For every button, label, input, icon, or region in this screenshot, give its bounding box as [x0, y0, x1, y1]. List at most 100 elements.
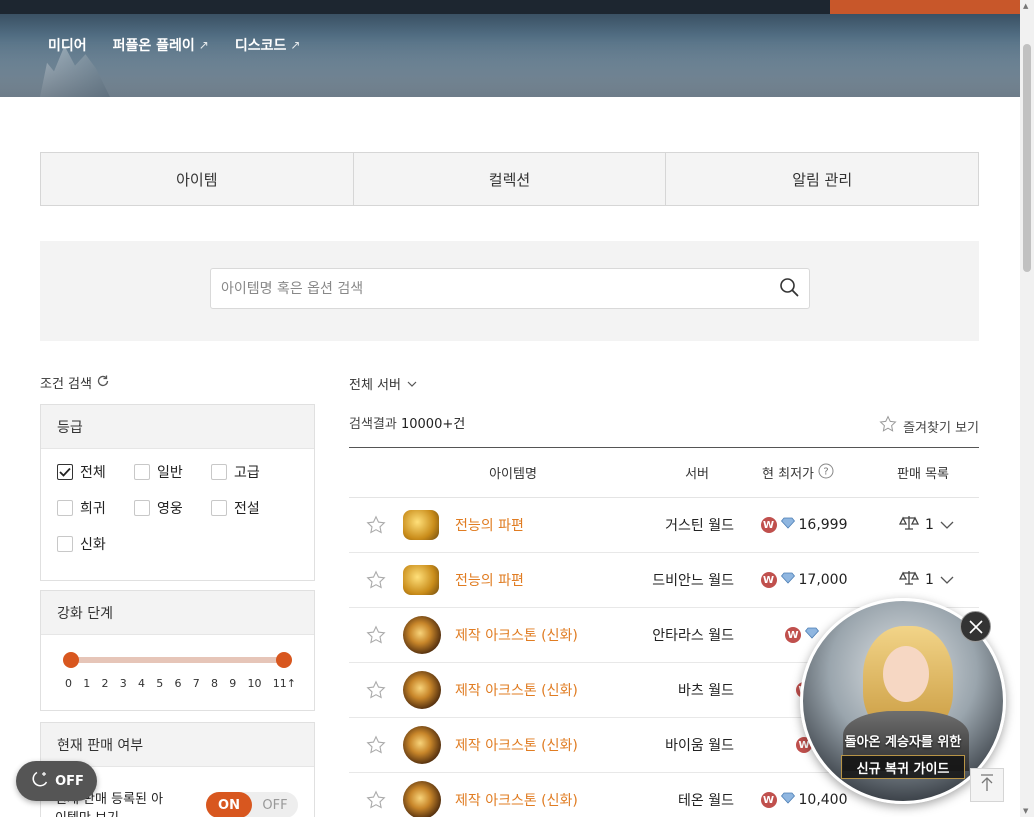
- grade-option-heroic[interactable]: 영웅: [134, 499, 211, 517]
- slider-min-handle[interactable]: [63, 652, 79, 668]
- grade-option-label: 전체: [80, 465, 106, 481]
- checkbox-icon[interactable]: [211, 500, 227, 516]
- grade-option-legendary[interactable]: 전설: [211, 499, 288, 517]
- result-count: 검색결과 10000+건: [349, 413, 465, 432]
- character-face: [883, 646, 929, 702]
- toggle-off[interactable]: OFF: [252, 792, 298, 817]
- item-name[interactable]: 제작 아크스톤 (신화): [455, 680, 645, 700]
- search-box: [210, 268, 810, 309]
- arrow-up-icon: [980, 774, 994, 796]
- grade-option-normal[interactable]: 일반: [134, 463, 211, 481]
- item-server: 거스틴 월드: [665, 518, 734, 534]
- slider-max-handle[interactable]: [276, 652, 292, 668]
- header-price-label: 현 최저가: [762, 467, 814, 482]
- help-icon[interactable]: ?: [818, 463, 834, 483]
- reset-icon[interactable]: [96, 374, 110, 392]
- scrollbar[interactable]: ▲ ▼: [1020, 0, 1034, 817]
- enhance-ticks: 0 1 2 3 4 5 6 7 8 9 10 11↑: [41, 663, 314, 690]
- tick-label: 9: [229, 677, 237, 690]
- search-icon[interactable]: [779, 277, 799, 301]
- item-icon-wrap: [403, 565, 455, 595]
- close-icon[interactable]: [960, 611, 991, 642]
- nav-discord[interactable]: 디스코드 ↗: [235, 35, 301, 55]
- grade-option-advanced[interactable]: 고급: [211, 463, 288, 481]
- tab-collection[interactable]: 컬렉션: [352, 153, 666, 205]
- chevron-down-icon[interactable]: [940, 572, 954, 588]
- item-server: 안타라스 월드: [652, 628, 734, 644]
- grade-option-mythic[interactable]: 신화: [57, 535, 134, 553]
- item-icon-wrap: [403, 726, 455, 764]
- grade-option-label: 영웅: [157, 501, 183, 517]
- checkbox-icon[interactable]: [57, 500, 73, 516]
- price-value: 10,400: [798, 792, 848, 808]
- favorite-star-icon[interactable]: [349, 625, 403, 645]
- grade-option-label: 일반: [157, 465, 183, 481]
- dark-mode-label: OFF: [55, 773, 84, 789]
- page: 미디어 퍼플온 플레이↗ 디스코드↗ ▲ ▼ 아이템 컬렉션 알림 관리 조건 …: [0, 0, 1034, 817]
- header-server: 서버: [685, 467, 709, 482]
- chevron-down-icon[interactable]: [940, 517, 954, 533]
- arkstone-icon: [403, 781, 441, 817]
- header-name: 아이템명: [489, 467, 537, 482]
- external-link-icon: ↗: [198, 38, 209, 52]
- scroll-up-icon[interactable]: ▲: [1023, 2, 1028, 10]
- sale-heading: 현재 판매 여부: [41, 723, 314, 767]
- star-outline-icon: [879, 415, 897, 437]
- main-tabs: 아이템 컬렉션 알림 관리: [40, 152, 979, 206]
- filter-title: 조건 검색: [40, 373, 110, 392]
- favorite-star-icon[interactable]: [349, 790, 403, 810]
- nav-discord-label: 디스코드: [234, 38, 287, 54]
- checkbox-checked-icon[interactable]: [57, 464, 73, 480]
- search-input[interactable]: [221, 280, 779, 297]
- favorite-star-icon[interactable]: [349, 570, 403, 590]
- item-server: 바츠 월드: [678, 683, 734, 699]
- sale-count: 1: [925, 517, 934, 533]
- scroll-top-button[interactable]: [970, 768, 1004, 802]
- nav-purple-on[interactable]: 퍼플온 플레이 ↗: [113, 35, 209, 55]
- tick-label: 3: [119, 677, 127, 690]
- sale-toggle[interactable]: ON OFF: [206, 792, 298, 817]
- arkstone-icon: [403, 726, 441, 764]
- item-name[interactable]: 제작 아크스톤 (신화): [455, 625, 645, 645]
- item-icon-wrap: [403, 781, 455, 817]
- checkbox-icon[interactable]: [57, 536, 73, 552]
- favorite-star-icon[interactable]: [349, 735, 403, 755]
- item-name[interactable]: 제작 아크스톤 (신화): [455, 735, 645, 755]
- sale-list[interactable]: 1: [874, 570, 979, 590]
- checkbox-icon[interactable]: [134, 464, 150, 480]
- favorite-star-icon[interactable]: [349, 680, 403, 700]
- sale-list[interactable]: 1: [874, 515, 979, 535]
- tab-alert-management[interactable]: 알림 관리: [665, 153, 978, 205]
- favorite-star-icon[interactable]: [349, 515, 403, 535]
- w-coin-icon: W: [760, 572, 777, 588]
- tick-label: 0: [65, 677, 72, 690]
- scroll-down-icon[interactable]: ▼: [1023, 807, 1028, 815]
- item-server: 테온 월드: [678, 793, 734, 809]
- grade-option-rare[interactable]: 희귀: [57, 499, 134, 517]
- checkbox-icon[interactable]: [134, 500, 150, 516]
- grade-panel: 등급 전체 일반 고급 희귀 영웅 전설 신화: [40, 404, 315, 581]
- grade-option-all[interactable]: 전체: [57, 463, 134, 481]
- toggle-on[interactable]: ON: [206, 792, 252, 817]
- checkbox-icon[interactable]: [211, 464, 227, 480]
- table-row[interactable]: 전능의 파편 거스틴 월드 W 16,999 1: [349, 498, 979, 553]
- nav-media[interactable]: 미디어: [48, 35, 87, 55]
- popup-line2[interactable]: 신규 복귀 가이드: [841, 755, 965, 779]
- enhance-heading: 강화 단계: [41, 591, 314, 635]
- item-name[interactable]: 제작 아크스톤 (신화): [455, 790, 645, 810]
- enhance-range-slider[interactable]: [63, 652, 292, 668]
- scroll-thumb[interactable]: [1023, 44, 1031, 272]
- item-icon-wrap: [403, 671, 455, 709]
- server-select[interactable]: 전체 서버: [349, 374, 417, 393]
- result-count-prefix: 검색결과: [349, 417, 397, 432]
- diamond-icon: [780, 517, 795, 533]
- gold-pile-icon: [403, 510, 439, 540]
- header-list: 판매 목록: [897, 467, 949, 482]
- item-server: 바이움 월드: [665, 738, 734, 754]
- item-name[interactable]: 전능의 파편: [455, 570, 645, 590]
- favorites-view-button[interactable]: 즐겨찾기 보기: [879, 415, 979, 437]
- dark-mode-toggle[interactable]: OFF: [16, 761, 97, 801]
- event-strip[interactable]: [830, 0, 1020, 14]
- item-name[interactable]: 전능의 파편: [455, 515, 645, 535]
- tab-item[interactable]: 아이템: [41, 153, 353, 205]
